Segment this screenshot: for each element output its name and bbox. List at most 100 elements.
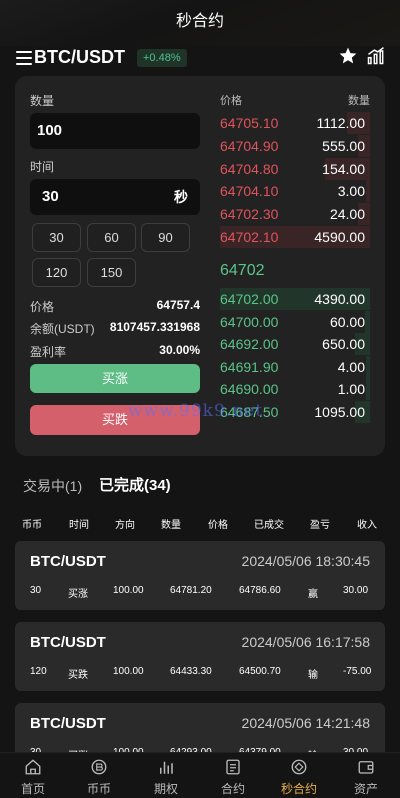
order-time: 120 bbox=[30, 666, 47, 677]
orderbook-qty: 3.00 bbox=[337, 183, 365, 200]
time-value: 30 bbox=[42, 188, 59, 205]
menu-icon[interactable] bbox=[16, 51, 32, 65]
orderbook-bid-row[interactable]: 64690.00 1.00 bbox=[220, 378, 370, 401]
chart-icon[interactable] bbox=[366, 46, 386, 66]
time-option-90[interactable]: 90 bbox=[141, 223, 190, 252]
orderbook-qty: 555.00 bbox=[322, 137, 365, 154]
col-header-pair: 币币 bbox=[22, 520, 42, 531]
order-card[interactable]: BTC/USDT 2024/05/06 16:17:58 120 买跌 100.00 64… bbox=[15, 622, 385, 691]
tab-completed[interactable]: 已完成(34) bbox=[99, 474, 171, 495]
orderbook-price: 64704.90 bbox=[220, 137, 279, 154]
orderbook-bid-row[interactable]: 64691.90 4.00 bbox=[220, 355, 370, 378]
orderbook-qty: 650.00 bbox=[322, 336, 365, 353]
orderbook-price: 64692.00 bbox=[220, 336, 279, 353]
order-tabs: 交易中(1) 已完成(34) bbox=[0, 470, 400, 500]
profit-label: 盈利率 bbox=[30, 345, 67, 359]
time-input[interactable]: 30 秒 bbox=[30, 179, 200, 215]
orderbook-qty: 4590.00 bbox=[314, 229, 365, 245]
orderbook-ask-row[interactable]: 64704.80 154.00 bbox=[220, 157, 370, 180]
nav-home[interactable]: 首页 bbox=[0, 753, 66, 798]
orderbook-ask-row[interactable]: 64704.90 555.00 bbox=[220, 134, 370, 157]
order-result: 输 bbox=[308, 670, 318, 681]
quantity-value: 100 bbox=[37, 122, 63, 139]
orderbook-ask-row[interactable]: 64702.30 24.00 bbox=[220, 203, 370, 226]
bottom-nav: 首页 币币 期权 合约 秒合约 资产 bbox=[0, 752, 400, 798]
target-icon bbox=[291, 759, 307, 775]
orderbook-qty-header: 数量 bbox=[348, 95, 370, 107]
orderbook-qty: 1112.00 bbox=[316, 115, 365, 131]
orderbook-price: 64704.10 bbox=[220, 183, 279, 200]
document-icon bbox=[226, 759, 240, 775]
orderbook-qty: 4.00 bbox=[337, 358, 365, 375]
orderbook-ask-row[interactable]: 64702.10 4590.00 bbox=[220, 226, 370, 248]
orderbook-price: 64702.30 bbox=[220, 206, 279, 223]
orderbook-qty: 24.00 bbox=[329, 206, 365, 223]
orderbook-price: 64691.90 bbox=[220, 358, 279, 375]
balance-value: 8107457.331968 bbox=[109, 320, 200, 334]
price-label: 价格 bbox=[30, 300, 55, 314]
nav-coin[interactable]: 币币 bbox=[66, 753, 132, 798]
orderbook-qty: 4390.00 bbox=[314, 291, 365, 307]
order-datetime: 2024/05/06 16:17:58 bbox=[241, 634, 370, 650]
depth-bar bbox=[365, 310, 370, 333]
order-result: 赢 bbox=[308, 589, 318, 600]
orderbook-ask-row[interactable]: 64704.10 3.00 bbox=[220, 180, 370, 203]
pair-name[interactable]: BTC/USDT bbox=[34, 47, 125, 68]
orderbook-bid-row[interactable]: 64692.00 650.00 bbox=[220, 333, 370, 356]
order-time: 30 bbox=[30, 585, 42, 596]
order-datetime: 2024/05/06 18:30:45 bbox=[241, 553, 370, 569]
quantity-label: 数量 bbox=[30, 94, 55, 108]
col-header-pnl: 盈亏 bbox=[310, 520, 330, 531]
col-header-income: 收入 bbox=[357, 520, 377, 531]
balance-label: 余额(USDT) bbox=[30, 322, 95, 336]
page-header: 秒合约 bbox=[0, 0, 400, 46]
nav-second-contract[interactable]: 秒合约 bbox=[266, 753, 332, 798]
buy-up-button[interactable]: 买涨 bbox=[30, 364, 200, 393]
depth-bar bbox=[366, 180, 370, 203]
orderbook-price: 64702.00 bbox=[220, 291, 279, 307]
time-option-60[interactable]: 60 bbox=[87, 223, 136, 252]
nav-label: 币币 bbox=[86, 782, 111, 796]
col-header-direction: 方向 bbox=[115, 520, 135, 531]
nav-label: 合约 bbox=[220, 782, 245, 796]
order-price: 64433.30 bbox=[170, 666, 212, 677]
time-label: 时间 bbox=[30, 160, 55, 174]
quantity-input[interactable]: 100 bbox=[30, 113, 200, 149]
order-direction: 买跌 bbox=[68, 670, 88, 681]
orderbook-price: 64702.10 bbox=[220, 229, 279, 245]
order-filled: 64786.60 bbox=[239, 585, 281, 596]
time-option-120[interactable]: 120 bbox=[32, 258, 81, 287]
nav-contract[interactable]: 合约 bbox=[200, 753, 266, 798]
depth-bar bbox=[366, 355, 370, 378]
col-header-price: 价格 bbox=[208, 520, 228, 531]
nav-assets[interactable]: 资产 bbox=[333, 753, 399, 798]
nav-label: 秒合约 bbox=[280, 782, 317, 796]
time-option-30[interactable]: 30 bbox=[32, 223, 81, 252]
orderbook-qty: 60.00 bbox=[329, 313, 365, 330]
time-option-150[interactable]: 150 bbox=[87, 258, 136, 287]
order-card[interactable]: BTC/USDT 2024/05/06 18:30:45 30 买涨 100.00 647… bbox=[15, 541, 385, 610]
star-icon[interactable] bbox=[338, 46, 358, 66]
orderbook-ask-row[interactable]: 64705.10 1112.00 bbox=[220, 112, 370, 134]
orderbook-bid-row[interactable]: 64700.00 60.00 bbox=[220, 310, 370, 333]
order-income: 30.00 bbox=[343, 585, 369, 596]
home-icon bbox=[25, 759, 41, 775]
price-value: 64757.4 bbox=[156, 298, 200, 312]
orderbook-mid-price: 64702 bbox=[220, 262, 265, 279]
nav-label: 资产 bbox=[353, 782, 378, 796]
orderbook-price: 64705.10 bbox=[220, 115, 279, 131]
order-pair: BTC/USDT bbox=[30, 715, 106, 732]
order-price: 64781.20 bbox=[170, 585, 212, 596]
order-income: -75.00 bbox=[343, 666, 372, 677]
orderbook-bid-row[interactable]: 64702.00 4390.00 bbox=[220, 288, 370, 310]
orderbook-price: 64690.00 bbox=[220, 381, 279, 398]
nav-label: 首页 bbox=[20, 782, 45, 796]
coin-icon bbox=[91, 759, 107, 775]
depth-bar bbox=[366, 378, 370, 401]
tab-trading[interactable]: 交易中(1) bbox=[23, 476, 82, 496]
nav-options[interactable]: 期权 bbox=[133, 753, 199, 798]
order-qty: 100.00 bbox=[113, 585, 144, 596]
orderbook-price: 64704.80 bbox=[220, 160, 279, 177]
order-qty: 100.00 bbox=[113, 666, 144, 677]
order-filled: 64500.70 bbox=[239, 666, 281, 677]
